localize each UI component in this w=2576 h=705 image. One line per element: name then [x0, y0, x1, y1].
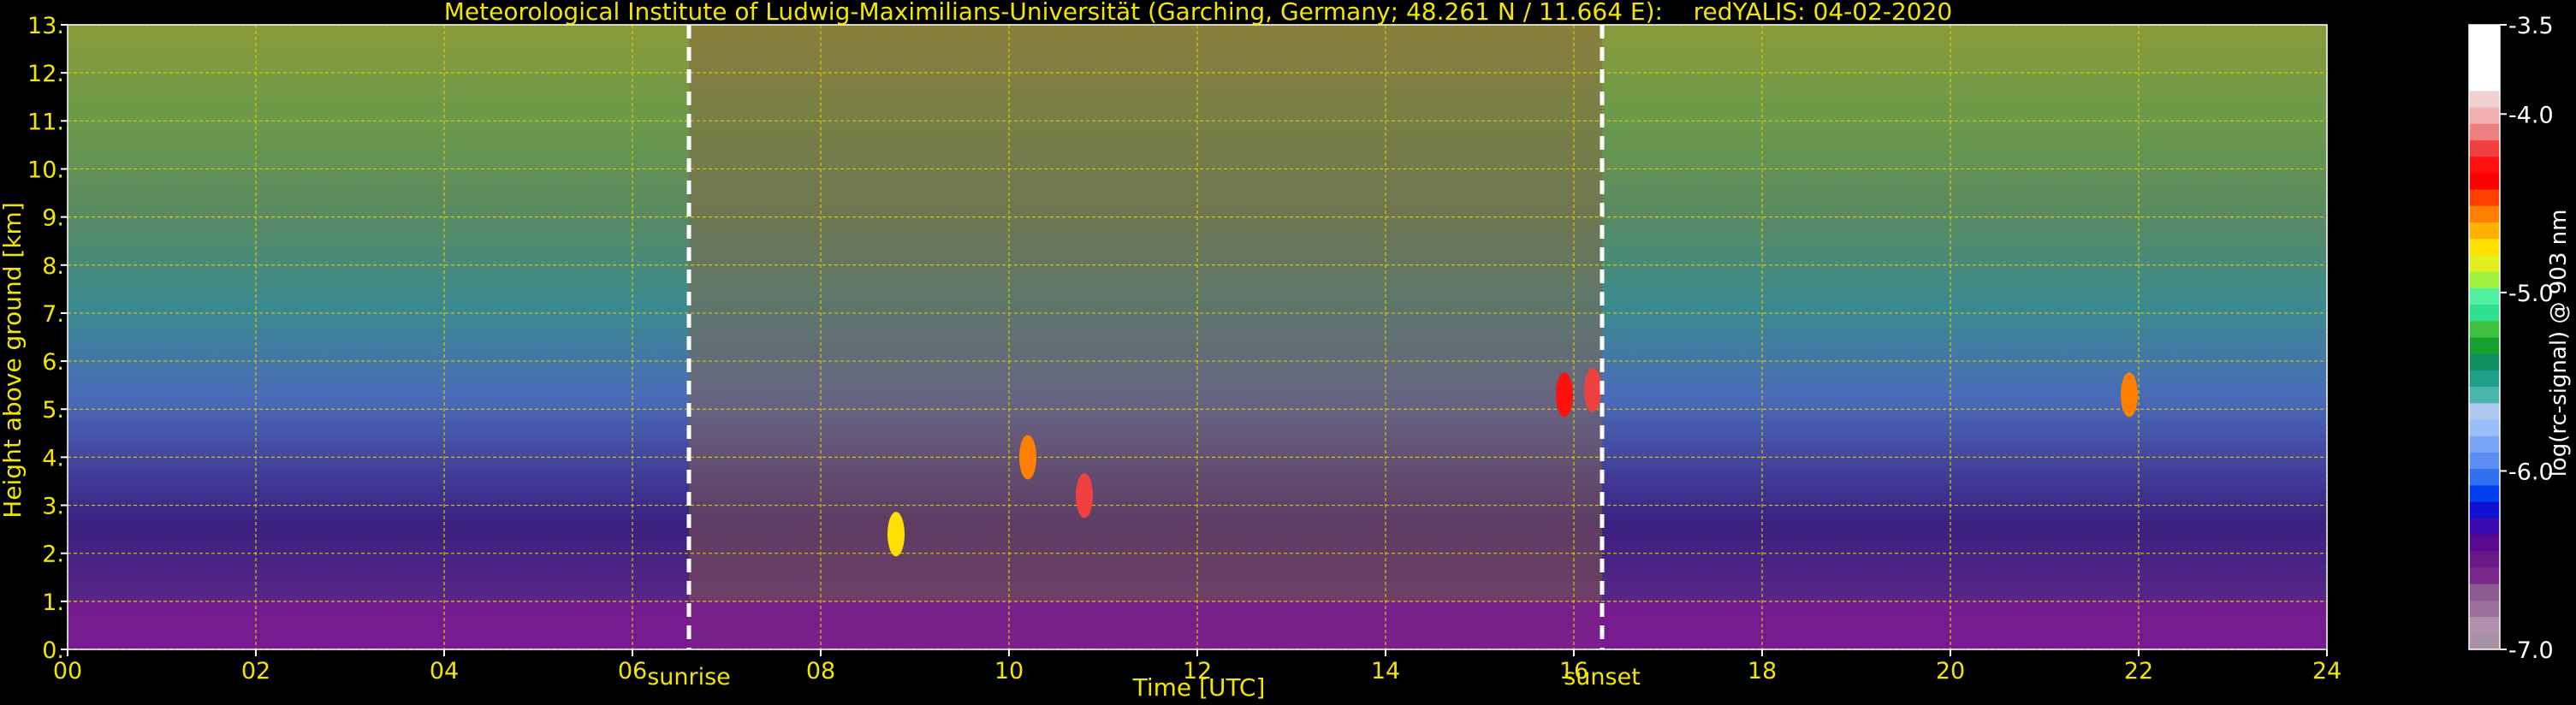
colorbar-segment — [2469, 518, 2500, 536]
colorbar-segment — [2469, 123, 2500, 140]
colorbar-segment — [2469, 205, 2500, 223]
colorbar-tick-label: -5.0 — [2508, 281, 2554, 307]
colorbar-segment — [2469, 156, 2500, 174]
y-tick-label: 9. — [42, 205, 64, 232]
colorbar-segment — [2469, 616, 2500, 634]
y-tick-label: 0. — [42, 637, 64, 664]
cloud-event — [887, 512, 905, 557]
colorbar-segment — [2469, 25, 2500, 42]
colorbar-segment — [2469, 287, 2500, 305]
colorbar-segment — [2469, 222, 2500, 240]
colorbar-segment — [2469, 57, 2500, 75]
y-tick-label: 5. — [42, 397, 64, 424]
x-tick-label: 14 — [1371, 658, 1400, 684]
colorbar-segment — [2469, 353, 2500, 370]
colorbar-segment — [2469, 337, 2500, 354]
x-axis-ticks: 00 02 04 06 08 10 12 14 16 18 20 22 24 — [53, 649, 2342, 684]
x-tick-label: 18 — [1748, 658, 1777, 684]
cloud-event — [1584, 367, 1601, 412]
y-axis-ticks: 0. 1. 2. 3. 4. 5. 6. 7. 8. 9. 10. 11. 12. 13. — [27, 13, 68, 664]
colorbar-segment — [2469, 74, 2500, 92]
colorbar-segment — [2469, 271, 2500, 288]
colorbar: -3.5 -4.0 -5.0 -6.0 -7.0 — [2468, 13, 2554, 664]
cloud-event — [1019, 435, 1036, 480]
x-tick-label: 20 — [1936, 658, 1965, 684]
sun-marker-label: sunrise — [647, 664, 731, 690]
x-tick-label: 08 — [806, 658, 835, 684]
colorbar-segment — [2469, 320, 2500, 338]
y-tick-label: 10. — [27, 157, 64, 183]
y-axis-label: Height above ground [km] — [0, 202, 27, 518]
daytime-noise — [689, 25, 1602, 649]
plot-area — [67, 24, 2328, 650]
colorbar-segment — [2469, 402, 2500, 420]
colorbar-segment — [2469, 435, 2500, 453]
y-tick-label: 12. — [27, 61, 64, 87]
colorbar-segment — [2469, 534, 2500, 552]
x-tick-label: 06 — [618, 658, 647, 684]
colorbar-segment — [2469, 566, 2500, 584]
colorbar-segment — [2469, 419, 2500, 436]
colorbar-segment — [2469, 370, 2500, 388]
x-tick-label: 12 — [1183, 658, 1212, 684]
chart-title: Meteorological Institute of Ludwig-Maxim… — [444, 0, 1952, 26]
colorbar-segment — [2469, 107, 2500, 124]
y-tick-label: 8. — [42, 253, 64, 280]
colorbar-segment — [2469, 41, 2500, 58]
colorbar-segment — [2469, 600, 2500, 618]
colorbar-label: log(rc-signal) @ 903 nm — [2546, 210, 2572, 477]
colorbar-segment — [2469, 304, 2500, 322]
colorbar-segment — [2469, 484, 2500, 502]
colorbar-segment — [2469, 139, 2500, 157]
colorbar-tick-label: -4.0 — [2508, 102, 2554, 128]
colorbar-tick-label: -7.0 — [2508, 637, 2554, 664]
cloud-event — [1076, 473, 1093, 518]
colorbar-segment — [2469, 189, 2500, 206]
y-tick-label: 1. — [42, 589, 64, 616]
y-tick-label: 6. — [42, 349, 64, 376]
y-tick-label: 7. — [42, 301, 64, 328]
x-tick-label: 24 — [2312, 658, 2342, 684]
lidar-quicklook-chart: Meteorological Institute of Ludwig-Maxim… — [0, 0, 2572, 702]
colorbar-segment — [2469, 584, 2500, 601]
colorbar-segment — [2469, 254, 2500, 272]
x-tick-label: 10 — [994, 658, 1024, 684]
x-tick-label: 04 — [430, 658, 459, 684]
y-tick-label: 4. — [42, 445, 64, 471]
colorbar-segment — [2469, 238, 2500, 256]
sun-marker-label: sunset — [1564, 664, 1641, 690]
colorbar-segment — [2469, 172, 2500, 190]
y-tick-label: 3. — [42, 494, 64, 520]
colorbar-tick-label: -3.5 — [2508, 13, 2554, 39]
colorbar-segment — [2469, 468, 2500, 486]
y-tick-label: 2. — [42, 542, 64, 568]
cloud-event — [2121, 372, 2138, 418]
x-tick-label: 02 — [241, 658, 270, 684]
y-tick-label: 13. — [27, 13, 64, 39]
colorbar-segment — [2469, 452, 2500, 470]
colorbar-segment — [2469, 632, 2500, 650]
colorbar-segment — [2469, 550, 2500, 568]
colorbar-tick-label: -6.0 — [2508, 459, 2554, 485]
cloud-event — [1556, 372, 1573, 418]
colorbar-segment — [2469, 501, 2500, 518]
colorbar-segment — [2469, 90, 2500, 108]
y-tick-label: 11. — [27, 109, 64, 135]
colorbar-segment — [2469, 386, 2500, 404]
x-tick-label: 22 — [2124, 658, 2153, 684]
